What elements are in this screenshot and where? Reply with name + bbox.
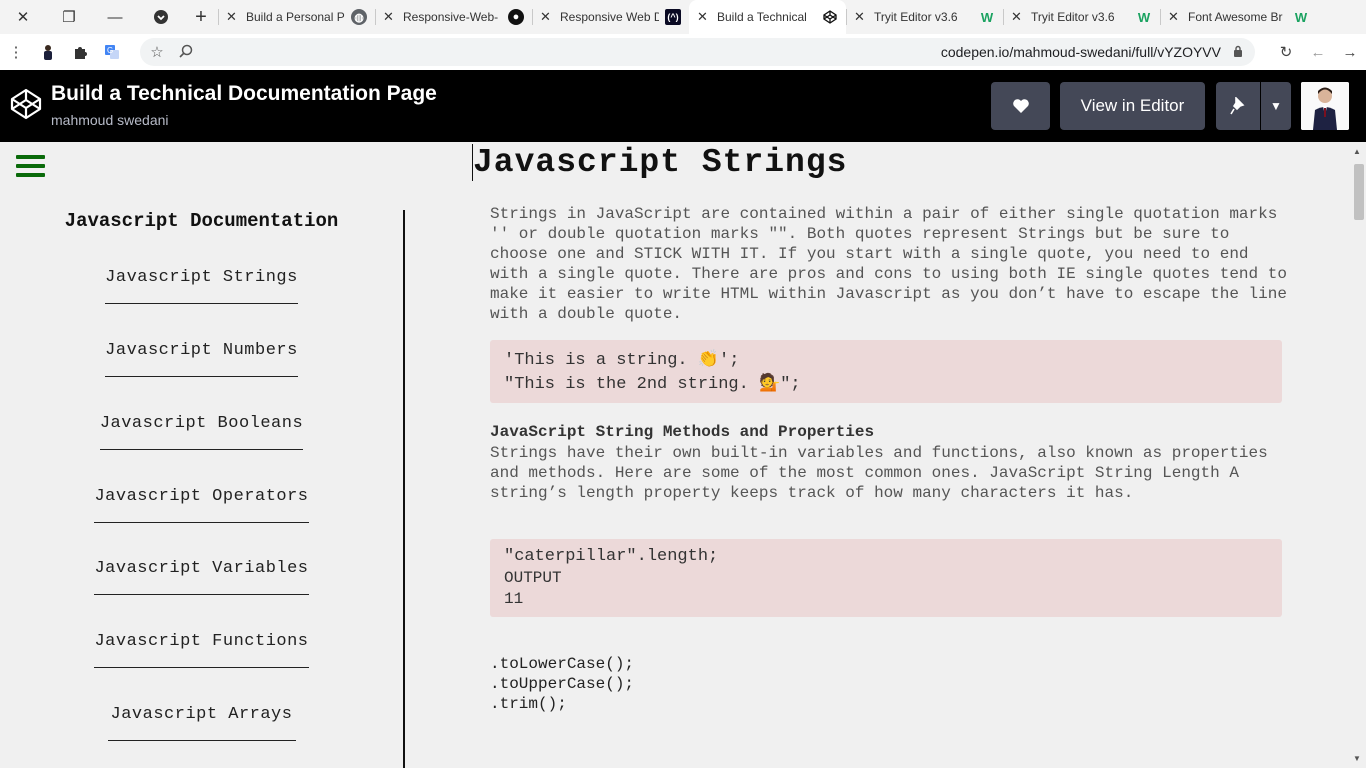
nav-link-label[interactable]: Javascript Variables (94, 559, 309, 595)
method-item: .toUpperCase(); (490, 675, 635, 693)
browser-toolbar: ⋮ G ☆ codepen.io/mahmoud-swedani/full/vY… (0, 34, 1366, 70)
tab-close-icon[interactable]: ✕ (854, 9, 868, 25)
scrollbar-thumb[interactable] (1354, 164, 1364, 220)
code-line: 11 (504, 590, 524, 608)
method-item: .trim(); (490, 695, 567, 713)
page-scrollbar[interactable]: ▲ ▼ (1349, 142, 1366, 768)
like-heart-button[interactable] (991, 82, 1050, 130)
codepen-logo-icon[interactable] (10, 88, 42, 120)
lock-icon[interactable] (1233, 45, 1243, 60)
profile-icon[interactable] (32, 34, 64, 70)
tab-title: Tryit Editor v3.6 (1031, 10, 1115, 24)
page-viewport: Javascript Documentation Javascript Stri… (0, 142, 1366, 768)
tab-close-icon[interactable]: ✕ (1011, 9, 1025, 25)
code-line: 'This is a string. 👏'; (504, 351, 740, 370)
nav-link-label[interactable]: Javascript Numbers (105, 341, 298, 377)
tab-close-icon[interactable]: ✕ (383, 9, 397, 25)
github-icon: ● (508, 9, 524, 25)
pin-icon (1230, 97, 1245, 115)
tab-close-icon[interactable]: ✕ (226, 9, 240, 25)
browser-tab[interactable]: ✕ Responsive Web D (^) (532, 0, 689, 34)
browser-tab[interactable]: ✕ Build a Personal P ◍ (218, 0, 375, 34)
tab-title: Responsive-Web- (403, 10, 499, 24)
method-item: .toLowerCase(); (490, 655, 635, 673)
browser-tab[interactable]: ✕ Tryit Editor v3.6 W (1003, 0, 1160, 34)
nav-link-functions[interactable]: Javascript Functions (0, 632, 403, 668)
tab-title: Build a Technical (717, 10, 807, 24)
nav-link-label[interactable]: Javascript Functions (94, 632, 309, 668)
nav-link-label[interactable]: Javascript Booleans (99, 414, 304, 450)
pin-dropdown-chevron-icon[interactable]: ▼ (1261, 82, 1291, 130)
nav-link-label[interactable]: Javascript Strings (105, 268, 298, 304)
new-tab-button[interactable]: + (184, 0, 218, 34)
url-text: codepen.io/mahmoud-swedani/full/vYZOYVV (940, 44, 1221, 60)
pin-button[interactable] (1216, 82, 1260, 130)
heart-icon (1012, 99, 1029, 113)
code-example-2: "caterpillar".length; OUTPUT 11 (490, 539, 1282, 617)
code-example-1: 'This is a string. 👏'; "This is the 2nd … (490, 340, 1282, 403)
nav-link-label[interactable]: Javascript Arrays (107, 705, 296, 741)
browser-tab[interactable]: ✕ Font Awesome Br W (1160, 0, 1317, 34)
scroll-down-arrow-icon[interactable]: ▼ (1353, 754, 1361, 763)
view-in-editor-button[interactable]: View in Editor (1060, 82, 1205, 130)
navbar: Javascript Documentation Javascript Stri… (0, 210, 405, 768)
code-line: "caterpillar".length; (504, 547, 719, 566)
nav-link-booleans[interactable]: Javascript Booleans (0, 414, 403, 450)
codepen-header: Build a Technical Documentation Page mah… (0, 70, 1366, 142)
tab-close-icon[interactable]: ✕ (540, 9, 554, 25)
tab-search-icon[interactable] (138, 0, 184, 34)
w3schools-icon: W (980, 9, 994, 25)
translate-icon[interactable]: G (96, 34, 128, 70)
methods-list: .toLowerCase(); .toUpperCase(); .trim(); (490, 654, 634, 714)
address-bar[interactable]: ☆ codepen.io/mahmoud-swedani/full/vYZOYV… (140, 38, 1255, 66)
nav-header: Javascript Documentation (64, 210, 339, 232)
section-paragraph: Strings have their own built-in variable… (490, 444, 1268, 502)
user-avatar[interactable] (1301, 82, 1349, 130)
tab-strip: ✕ ❐ — + ✕ Build a Personal P ◍ ✕ Respons… (0, 0, 1366, 34)
section-intro: Strings in JavaScript are contained with… (490, 205, 1287, 323)
search-lens-icon[interactable] (174, 44, 198, 61)
tab-title: Tryit Editor v3.6 (874, 10, 958, 24)
back-arrow-icon[interactable]: ← (1302, 34, 1334, 70)
window-restore-icon[interactable]: ❐ (46, 0, 92, 34)
w3schools-icon: W (1294, 9, 1308, 25)
scroll-up-arrow-icon[interactable]: ▲ (1353, 147, 1361, 156)
nav-link-label[interactable]: Javascript Operators (94, 487, 309, 523)
reload-icon[interactable]: ↻ (1270, 34, 1302, 70)
subsection-heading: JavaScript String Methods and Properties (490, 423, 875, 441)
browser-tab[interactable]: ✕ Tryit Editor v3.6 W (846, 0, 1003, 34)
nav-link-strings[interactable]: Javascript Strings (0, 268, 403, 304)
svg-text:G: G (107, 46, 113, 55)
browser-tab[interactable]: ✕ Responsive-Web- ● (375, 0, 532, 34)
tab-close-icon[interactable]: ✕ (697, 9, 711, 25)
nav-link-operators[interactable]: Javascript Operators (0, 487, 403, 523)
window-close-icon[interactable]: ✕ (0, 0, 46, 34)
codepen-icon (822, 9, 838, 25)
browser-tab-active[interactable]: ✕ Build a Technical (689, 0, 846, 34)
forward-arrow-icon[interactable]: → (1334, 34, 1366, 70)
code-line: OUTPUT (504, 569, 562, 587)
tab-title: Font Awesome Br (1188, 10, 1283, 24)
freecodecamp-icon: (^) (665, 9, 681, 25)
pen-author[interactable]: mahmoud swedani (51, 112, 169, 128)
nav-link-numbers[interactable]: Javascript Numbers (0, 341, 403, 377)
code-line: "This is the 2nd string. 💁"; (504, 375, 801, 394)
w3schools-icon: W (1137, 9, 1151, 25)
tab-title: Build a Personal P (246, 10, 345, 24)
hamburger-menu-icon[interactable] (16, 155, 45, 182)
window-minimize-icon[interactable]: — (92, 0, 138, 34)
tab-close-icon[interactable]: ✕ (1168, 9, 1182, 25)
pen-title: Build a Technical Documentation Page (51, 82, 437, 105)
tab-title: Responsive Web D (560, 10, 659, 24)
nav-link-variables[interactable]: Javascript Variables (0, 559, 403, 595)
bookmark-star-icon[interactable]: ☆ (140, 43, 174, 61)
nav-link-arrays[interactable]: Javascript Arrays (0, 705, 403, 741)
section-heading: Javascript Strings (472, 144, 848, 181)
menu-kebab-icon[interactable]: ⋮ (0, 34, 32, 70)
globe-icon: ◍ (351, 9, 367, 25)
extensions-puzzle-icon[interactable] (64, 34, 96, 70)
